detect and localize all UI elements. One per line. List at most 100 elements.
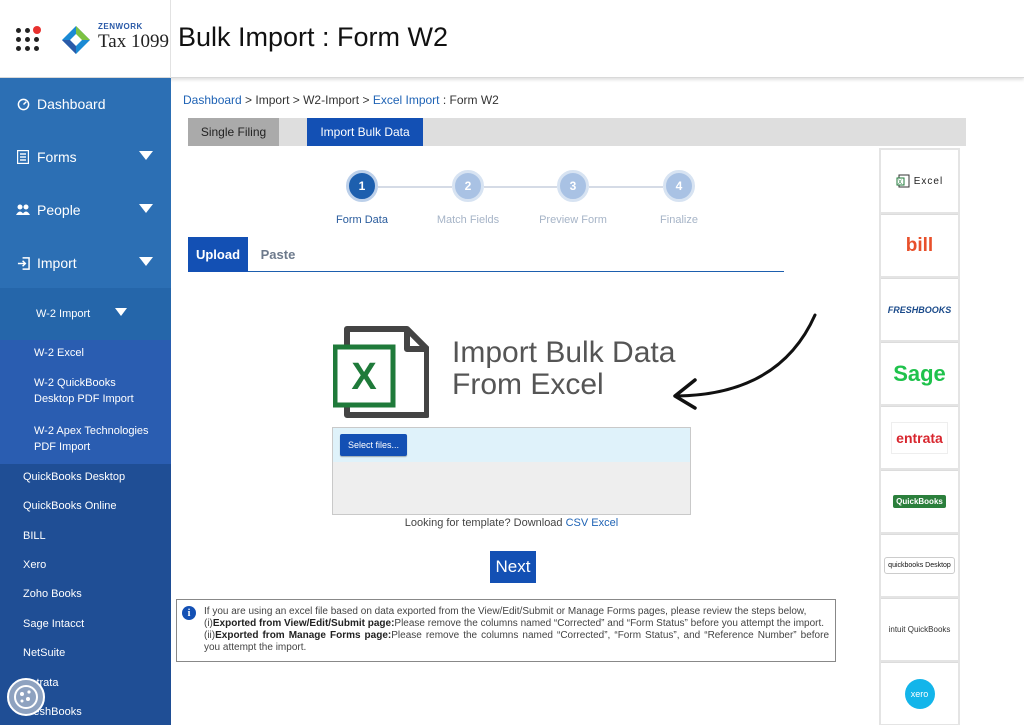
step-1-circle: 1 (346, 170, 378, 202)
sidebar-link-zoho-books[interactable]: Zoho Books (23, 588, 82, 600)
info-step1-prefix: (i) (204, 618, 213, 629)
cookie-icon (14, 685, 38, 709)
integration-xero[interactable]: xero (881, 662, 958, 724)
sidebar-link-w2-excel[interactable]: W-2 Excel (34, 345, 84, 361)
breadcrumb-excel-import[interactable]: Excel Import (373, 93, 440, 107)
step-4-circle: 4 (663, 170, 695, 202)
freshbooks-logo: FRESHBOOKS (887, 304, 952, 315)
template-excel-link[interactable]: Excel (591, 517, 618, 529)
people-icon (16, 203, 30, 217)
filing-tabs: Single Filing Import Bulk Data (188, 118, 966, 146)
step-4-label: Finalize (660, 214, 698, 226)
sidebar-link-sage-intacct[interactable]: Sage Intacct (23, 618, 84, 630)
excel-small-icon: X (896, 174, 910, 188)
sidebar: Dashboard Forms People Import W-2 Import (0, 78, 171, 725)
breadcrumb-sep: > (359, 93, 373, 107)
excel-file-icon: X (333, 326, 429, 418)
breadcrumb-current: : Form W2 (439, 93, 499, 107)
integration-bill[interactable]: bill (881, 214, 958, 276)
template-prefix: Looking for template? Download (404, 517, 563, 529)
stepper-connector (484, 186, 557, 188)
intuit-quickbooks-logo: intuit QuickBooks (888, 625, 951, 634)
sidebar-link-quickbooks-desktop[interactable]: QuickBooks Desktop (23, 471, 125, 483)
xero-logo: xero (904, 678, 935, 709)
sidebar-item-people[interactable]: People (0, 184, 171, 236)
info-step1-title: Exported from View/Edit/Submit page: (212, 618, 395, 629)
drop-zone-header: Select files... (333, 428, 690, 462)
file-drop-zone[interactable]: Select files... (332, 427, 691, 515)
chevron-down-icon (139, 257, 153, 266)
integration-entrata[interactable]: entrata (881, 406, 958, 468)
integration-freshbooks[interactable]: FRESHBOOKS (881, 278, 958, 340)
integration-sage[interactable]: Sage (881, 342, 958, 404)
sidebar-link-w2-qb-desktop-pdf[interactable]: W-2 QuickBooks Desktop PDF Import (34, 375, 152, 407)
sage-logo: Sage (893, 360, 946, 386)
entrata-logo: entrata (891, 421, 948, 454)
integration-excel[interactable]: X Excel (881, 150, 958, 212)
info-icon: i (182, 606, 196, 620)
tab-import-bulk-data[interactable]: Import Bulk Data (307, 118, 423, 146)
step-1-label: Form Data (336, 214, 388, 226)
import-heading-line2: From Excel (452, 368, 604, 401)
template-csv-link[interactable]: CSV (566, 517, 589, 529)
brand-name: Tax 1099 (98, 31, 169, 52)
top-header: ZENWORK Tax 1099 Bulk Import : Form W2 (0, 0, 1024, 78)
breadcrumb-dashboard[interactable]: Dashboard (183, 93, 242, 107)
tab-paste[interactable]: Paste (248, 237, 308, 272)
info-intro: If you are using an excel file based on … (204, 606, 807, 617)
integration-quickbooks-desktop[interactable]: quickbooks Desktop (881, 534, 958, 596)
sidebar-link-netsuite[interactable]: NetSuite (23, 647, 65, 659)
bill-logo: bill (905, 234, 934, 256)
step-3-circle: 3 (557, 170, 589, 202)
import-heading: Import Bulk Data From Excel (452, 337, 675, 401)
integrations-column: X Excel bill FRESHBOOKS Sage entrata Qui… (879, 148, 960, 725)
step-2-label: Match Fields (436, 214, 500, 226)
sidebar-item-forms[interactable]: Forms (0, 131, 171, 183)
brand-logo-mark-icon (62, 26, 90, 54)
brand-small-text: ZENWORK (98, 22, 143, 31)
step-2-circle: 2 (452, 170, 484, 202)
dashboard-icon (16, 97, 30, 111)
sidebar-link-xero[interactable]: Xero (23, 559, 46, 571)
page-title: Bulk Import : Form W2 (178, 22, 449, 52)
breadcrumb-w2-import: W2-Import (303, 93, 360, 107)
sidebar-item-import[interactable]: Import (0, 237, 171, 289)
sidebar-item-label: Import (37, 255, 77, 271)
import-icon (16, 256, 30, 270)
info-step2-title: Exported from Manage Forms page: (215, 630, 392, 641)
header-divider (170, 0, 171, 78)
breadcrumb: Dashboard > Import > W2-Import > Excel I… (183, 93, 499, 107)
sidebar-item-label: People (37, 202, 81, 218)
quickbooks-logo: QuickBooks (893, 495, 946, 508)
select-files-button[interactable]: Select files... (340, 434, 407, 456)
excel-label: Excel (913, 175, 944, 187)
info-step1-text: Please remove the columns named “Correct… (394, 618, 825, 629)
pointer-arrow-icon (673, 313, 817, 410)
integration-quickbooks[interactable]: QuickBooks (881, 470, 958, 532)
chevron-down-icon (139, 151, 153, 160)
tab-single-filing[interactable]: Single Filing (188, 118, 279, 146)
breadcrumb-sep: > (289, 93, 304, 107)
sidebar-link-w2-apex-pdf[interactable]: W-2 Apex Technologies PDF Import (34, 423, 164, 455)
quickbooks-desktop-logo: quickbooks Desktop (884, 557, 955, 574)
sidebar-item-dashboard[interactable]: Dashboard (0, 78, 171, 130)
cookie-settings-button[interactable] (7, 678, 45, 716)
sidebar-item-label: Dashboard (37, 96, 106, 112)
sidebar-item-w2-import[interactable]: W-2 Import (0, 288, 171, 340)
excel-letter: X (351, 356, 377, 398)
next-button[interactable]: Next (490, 551, 536, 583)
template-download: Looking for template? Download CSV Excel (332, 517, 691, 529)
forms-icon (16, 150, 30, 164)
info-notice: i If you are using an excel file based o… (176, 599, 836, 662)
integration-intuit-quickbooks[interactable]: intuit QuickBooks (881, 598, 958, 660)
sidebar-link-quickbooks-online[interactable]: QuickBooks Online (23, 500, 117, 512)
sidebar-item-label: W-2 Import (36, 308, 91, 320)
sidebar-link-bill[interactable]: BILL (23, 530, 46, 542)
app-root: ZENWORK Tax 1099 Bulk Import : Form W2 D… (0, 0, 1024, 725)
tab-upload[interactable]: Upload (188, 237, 248, 272)
brand-logo[interactable]: ZENWORK Tax 1099 (60, 22, 172, 58)
upload-paste-tabs: Upload Paste (188, 237, 784, 272)
info-text: If you are using an excel file based on … (204, 606, 829, 654)
app-grid-icon[interactable] (16, 26, 42, 54)
chevron-down-icon (139, 204, 153, 213)
